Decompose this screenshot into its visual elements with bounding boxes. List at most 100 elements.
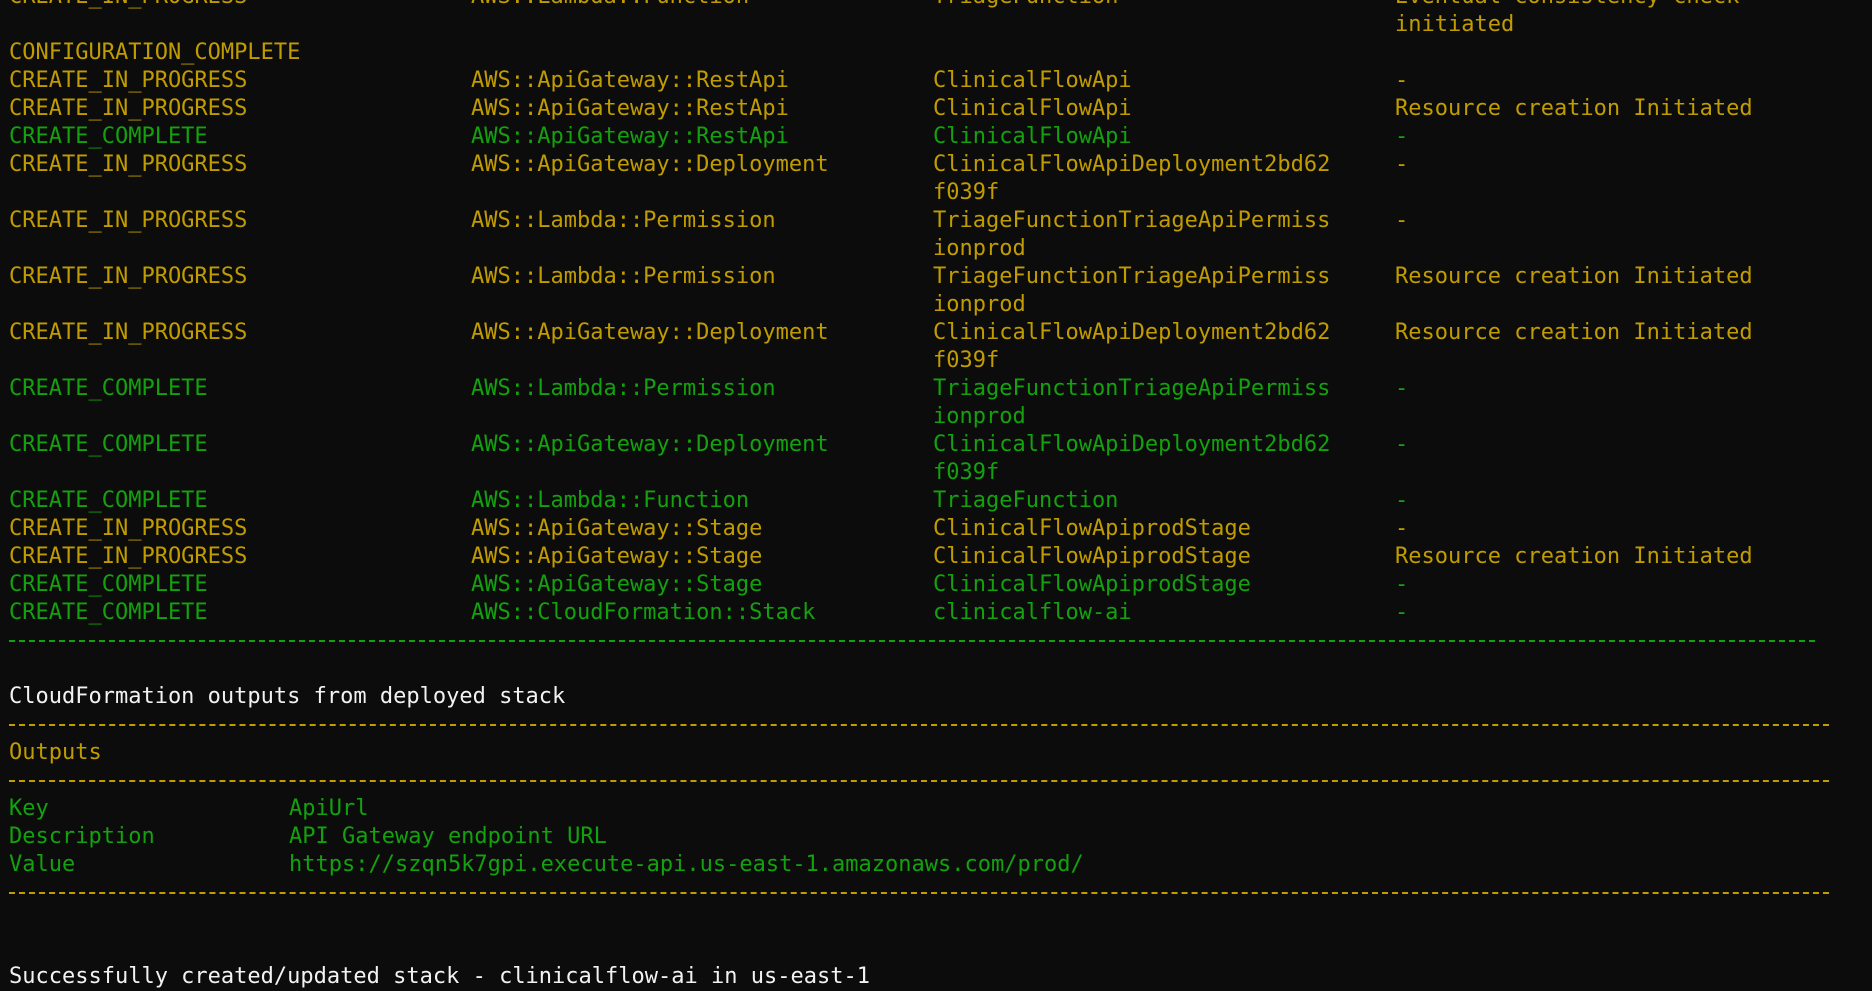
event-logical-id: ionprod — [933, 292, 1026, 317]
events-table-divider — [9, 627, 1869, 655]
event-row-continuation: ionprod — [9, 403, 1869, 431]
event-status-reason: - — [1395, 516, 1409, 541]
event-status-reason: Eventual consistency check — [1395, 0, 1739, 11]
event-logical-id: ClinicalFlowApiprodStage — [933, 572, 1251, 597]
event-status-reason: - — [1395, 152, 1409, 177]
event-status: CREATE_IN_PROGRESS — [9, 516, 248, 541]
event-status-reason: - — [1395, 432, 1409, 457]
event-resource-type: AWS::ApiGateway::Stage — [471, 544, 763, 569]
event-row: CREATE_IN_PROGRESS AWS::ApiGateway::Stage… — [9, 515, 1869, 543]
event-status-reason: initiated — [1395, 12, 1515, 37]
event-resource-type: AWS::ApiGateway::RestApi — [471, 68, 789, 93]
event-logical-id: f039f — [933, 180, 1000, 205]
outputs-table: Key ApiUrl Description API Gateway endpoint… — [9, 795, 1869, 879]
event-row: CREATE_IN_PROGRESS AWS::ApiGateway::Deplo… — [9, 319, 1869, 347]
event-row-continuation: ionprod — [9, 291, 1869, 319]
outputs-divider-middle — [9, 767, 1869, 795]
event-status: CREATE_IN_PROGRESS — [9, 152, 248, 177]
event-logical-id: TriageFunctionTriageApiPermiss — [933, 264, 1331, 289]
event-row-continuation: f039f — [9, 459, 1869, 487]
event-row: CONFIGURATION_COMPLETE — [9, 39, 1869, 67]
event-logical-id: ClinicalFlowApiDeployment2bd62 — [933, 152, 1331, 177]
output-label: Key — [9, 796, 49, 821]
event-status: CREATE_IN_PROGRESS — [9, 544, 248, 569]
output-row: Value https://szqn5k7gpi.execute-api.us-e… — [9, 851, 1869, 879]
event-logical-id: f039f — [933, 348, 1000, 373]
event-logical-id: ClinicalFlowApiDeployment2bd62 — [933, 432, 1331, 457]
event-logical-id: f039f — [933, 460, 1000, 485]
event-status-reason: - — [1395, 572, 1409, 597]
event-resource-type: AWS::Lambda::Permission — [471, 376, 776, 401]
event-status: CREATE_COMPLETE — [9, 432, 208, 457]
outputs-divider-top — [9, 711, 1869, 739]
event-row-continuation: f039f — [9, 347, 1869, 375]
event-resource-type: AWS::Lambda::Permission — [471, 208, 776, 233]
outputs-title: Outputs — [9, 740, 102, 765]
event-logical-id: TriageFunctionTriageApiPermiss — [933, 208, 1331, 233]
event-resource-type: AWS::ApiGateway::Stage — [471, 516, 763, 541]
event-logical-id: TriageFunction — [933, 0, 1118, 11]
event-row: CREATE_IN_PROGRESS AWS::Lambda::Permissio… — [9, 263, 1869, 291]
event-row: CREATE_COMPLETE AWS::Lambda::Function Tria… — [9, 487, 1869, 515]
outputs-divider-bottom — [9, 879, 1869, 907]
event-row: CREATE_COMPLETE AWS::ApiGateway::RestApi C… — [9, 123, 1869, 151]
event-logical-id: clinicalflow-ai — [933, 600, 1132, 625]
event-status-reason: - — [1395, 124, 1409, 149]
output-value[interactable]: https://szqn5k7gpi.execute-api.us-east-1… — [289, 851, 1084, 879]
event-logical-id: ClinicalFlowApi — [933, 96, 1132, 121]
event-resource-type: AWS::ApiGateway::Deployment — [471, 320, 829, 345]
terminal-output[interactable]: CREATE_IN_PROGRESSAWS::Lambda::FunctionT… — [9, 0, 1869, 991]
event-status: CREATE_IN_PROGRESS — [9, 0, 247, 11]
event-row: CREATE_COMPLETE AWS::ApiGateway::Stage Cli… — [9, 571, 1869, 599]
event-status-reason: - — [1395, 376, 1409, 401]
event-status: CREATE_COMPLETE — [9, 572, 208, 597]
output-label: Value — [9, 852, 76, 877]
output-row: Key ApiUrl — [9, 795, 1869, 823]
stack-events-table: CREATE_IN_PROGRESSAWS::Lambda::FunctionT… — [9, 0, 1869, 627]
event-row: CREATE_COMPLETE AWS::ApiGateway::Deployme… — [9, 431, 1869, 459]
event-resource-type: AWS::ApiGateway::RestApi — [471, 124, 789, 149]
event-row-continuation: initiated — [9, 11, 1869, 39]
event-row: CREATE_IN_PROGRESS AWS::Lambda::Permissio… — [9, 207, 1869, 235]
event-resource-type: AWS::ApiGateway::Deployment — [471, 152, 829, 177]
event-resource-type: AWS::ApiGateway::RestApi — [471, 96, 789, 121]
event-status: CREATE_IN_PROGRESS — [9, 208, 248, 233]
event-resource-type: AWS::ApiGateway::Deployment — [471, 432, 829, 457]
output-value: API Gateway endpoint URL — [289, 824, 607, 849]
event-logical-id: ClinicalFlowApiprodStage — [933, 516, 1251, 541]
event-status-reason: Resource creation Initiated — [1395, 96, 1753, 121]
event-logical-id: ionprod — [933, 236, 1026, 261]
event-row: CREATE_IN_PROGRESS AWS::ApiGateway::RestA… — [9, 67, 1869, 95]
event-row: CREATE_IN_PROGRESS AWS::ApiGateway::Stage… — [9, 543, 1869, 571]
event-row: CREATE_IN_PROGRESS AWS::ApiGateway::RestA… — [9, 95, 1869, 123]
event-status-reason: - — [1395, 600, 1409, 625]
event-row: CREATE_COMPLETE AWS::CloudFormation::Stac… — [9, 599, 1869, 627]
output-label: Description — [9, 824, 155, 849]
event-row: CREATE_COMPLETE AWS::Lambda::Permission Tr… — [9, 375, 1869, 403]
event-status: CREATE_COMPLETE — [9, 600, 208, 625]
event-status: CREATE_IN_PROGRESS — [9, 264, 248, 289]
event-logical-id: ionprod — [933, 404, 1026, 429]
event-row: CREATE_IN_PROGRESS AWS::Lambda::Function T… — [9, 0, 1869, 11]
event-status: CONFIGURATION_COMPLETE — [9, 40, 301, 65]
event-resource-type: AWS::CloudFormation::Stack — [471, 600, 816, 625]
event-status: CREATE_IN_PROGRESS — [9, 96, 248, 121]
event-status-reason: - — [1395, 208, 1409, 233]
event-row-continuation: f039f — [9, 179, 1869, 207]
event-status-reason: - — [1395, 488, 1409, 513]
event-logical-id: ClinicalFlowApi — [933, 68, 1132, 93]
event-logical-id: TriageFunctionTriageApiPermiss — [933, 376, 1331, 401]
event-status-reason: Resource creation Initiated — [1395, 320, 1753, 345]
event-status-reason: Resource creation Initiated — [1395, 264, 1753, 289]
event-status: CREATE_IN_PROGRESS — [9, 68, 248, 93]
event-logical-id: TriageFunction — [933, 488, 1119, 513]
output-value: ApiUrl — [289, 796, 369, 821]
event-status: CREATE_COMPLETE — [9, 488, 208, 513]
event-resource-type: AWS::ApiGateway::Stage — [471, 572, 763, 597]
event-status: CREATE_COMPLETE — [9, 124, 208, 149]
event-status: CREATE_IN_PROGRESS — [9, 320, 248, 345]
event-resource-type: AWS::Lambda::Permission — [471, 264, 776, 289]
output-row: Description API Gateway endpoint URL — [9, 823, 1869, 851]
event-logical-id: ClinicalFlowApiprodStage — [933, 544, 1251, 569]
event-status-reason: - — [1395, 68, 1409, 93]
